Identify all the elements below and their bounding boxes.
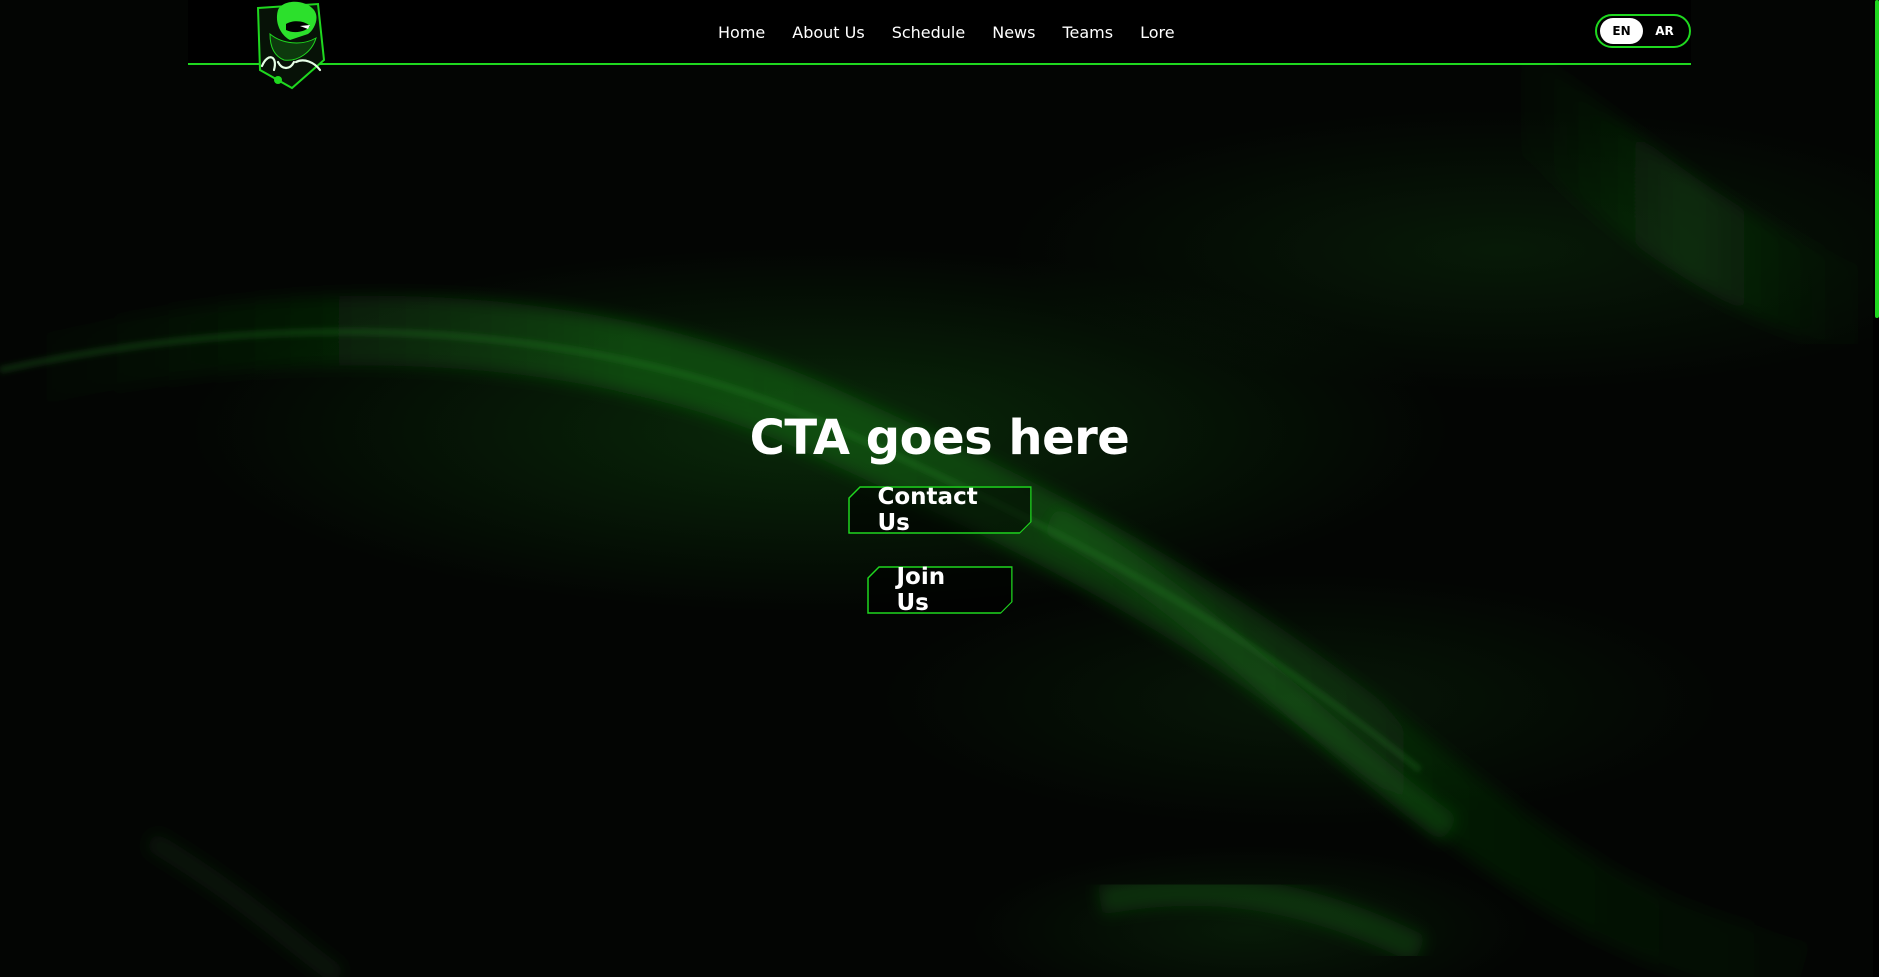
scrollbar-thumb[interactable]: [1875, 0, 1879, 318]
join-us-button[interactable]: Join Us: [867, 566, 1013, 614]
language-toggle[interactable]: EN AR: [1595, 14, 1691, 48]
site-header: Home About Us Schedule News Teams Lore E…: [188, 0, 1691, 90]
nav-about-us[interactable]: About Us: [792, 23, 864, 42]
landing-page: Home About Us Schedule News Teams Lore E…: [0, 0, 1879, 977]
nav-home[interactable]: Home: [718, 23, 765, 42]
nav-news[interactable]: News: [992, 23, 1035, 42]
language-option-ar[interactable]: AR: [1643, 18, 1686, 44]
hero-section: CTA goes here Contact Us Join Us: [0, 410, 1879, 646]
nav-teams[interactable]: Teams: [1062, 23, 1113, 42]
nav-lore[interactable]: Lore: [1140, 23, 1175, 42]
contact-us-button[interactable]: Contact Us: [848, 486, 1032, 534]
language-option-en[interactable]: EN: [1600, 18, 1643, 44]
main-nav: Home About Us Schedule News Teams Lore: [718, 20, 1175, 44]
nav-schedule[interactable]: Schedule: [892, 23, 966, 42]
clan-knight-logo-icon[interactable]: [248, 0, 332, 92]
page-scrollbar[interactable]: [1873, 0, 1879, 977]
hero-title: CTA goes here: [749, 410, 1130, 466]
contact-us-label: Contact Us: [877, 484, 978, 536]
join-us-label: Join Us: [896, 564, 946, 616]
